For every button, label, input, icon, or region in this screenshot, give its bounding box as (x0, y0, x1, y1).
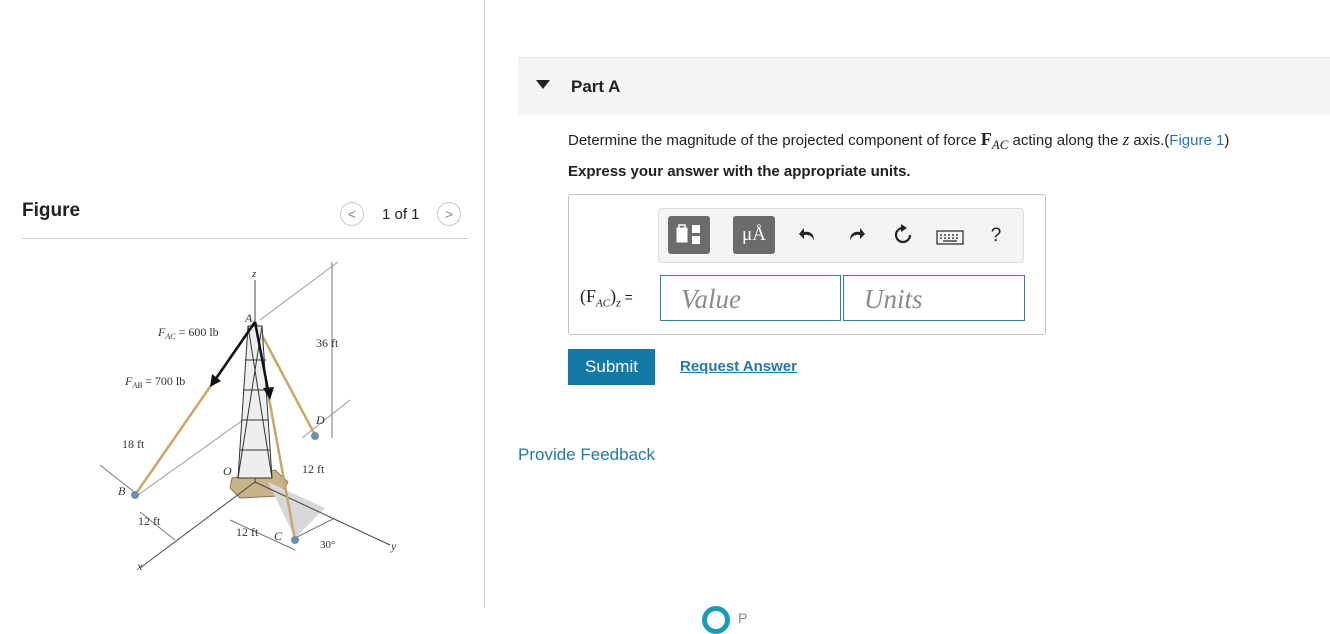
request-answer-link[interactable]: Request Answer (680, 358, 797, 375)
value-input[interactable]: Value (660, 275, 841, 321)
units-input[interactable]: Units (843, 275, 1025, 321)
redo-icon[interactable] (846, 225, 866, 249)
dim-36ft-label: 36 ft (316, 336, 339, 350)
z-label: z (251, 268, 257, 280)
anchor-c (291, 536, 299, 544)
dim-12ft-c-label: 12 ft (236, 525, 259, 539)
undo-icon[interactable] (798, 225, 818, 249)
panel-divider (484, 0, 485, 608)
part-a-header[interactable] (518, 57, 1330, 115)
point-o-label: O (223, 464, 232, 478)
figure-pager-text: 1 of 1 (382, 206, 420, 223)
chevron-right-icon: > (444, 206, 454, 222)
tower-body (237, 325, 273, 479)
keyboard-icon[interactable] (936, 229, 964, 252)
x-label: x (136, 559, 143, 573)
templates-button[interactable] (668, 216, 710, 254)
figure-divider (22, 238, 468, 239)
dim-d-guide (301, 399, 351, 439)
dim-12ft-a-label: 12 ft (302, 462, 325, 476)
next-section-label: P (738, 610, 748, 626)
tower-diagram: FAC = 600 lb FAB = 700 lb z A 36 ft D 18… (99, 261, 397, 573)
previous-figure-button[interactable]: < (340, 202, 364, 226)
question-text: Determine the magnitude of the projected… (568, 129, 1230, 152)
anchor-b (131, 491, 139, 499)
help-icon[interactable]: ? (986, 225, 1006, 247)
submit-button[interactable]: Submit (568, 349, 655, 385)
figure-1-link[interactable]: Figure 1 (1169, 132, 1224, 149)
caret-down-icon[interactable] (536, 80, 550, 89)
fab-label: FAB = 700 lb (124, 374, 185, 390)
templates-icon (676, 224, 700, 244)
dim-top-line (259, 261, 339, 321)
part-a-label: Part A (571, 77, 621, 96)
point-b-label: B (118, 484, 126, 498)
y-label: y (390, 539, 397, 553)
answer-instructions: Express your answer with the appropriate… (568, 163, 911, 180)
point-c-label: C (274, 529, 283, 543)
units-button[interactable]: μÅ (733, 216, 775, 254)
chevron-left-icon: < (347, 206, 357, 222)
next-figure-button[interactable]: > (437, 202, 461, 226)
next-section-icon (702, 606, 730, 634)
answer-lhs: (FAC)z = (580, 286, 633, 310)
dim-12ft-b-label: 12 ft (138, 514, 161, 528)
dim-18ft-label: 18 ft (122, 437, 145, 451)
math-toolbar (658, 208, 1024, 263)
provide-feedback-link[interactable]: Provide Feedback (518, 445, 655, 465)
anchor-d (311, 432, 319, 440)
angle-label: 30° (320, 539, 335, 551)
fac-label: FAC = 600 lb (157, 325, 219, 341)
force-ab-arrowhead (210, 374, 221, 387)
point-a-label: A (244, 311, 253, 325)
reset-icon[interactable] (892, 224, 914, 252)
point-d-label: D (315, 413, 325, 427)
figure-title: Figure (22, 200, 81, 221)
